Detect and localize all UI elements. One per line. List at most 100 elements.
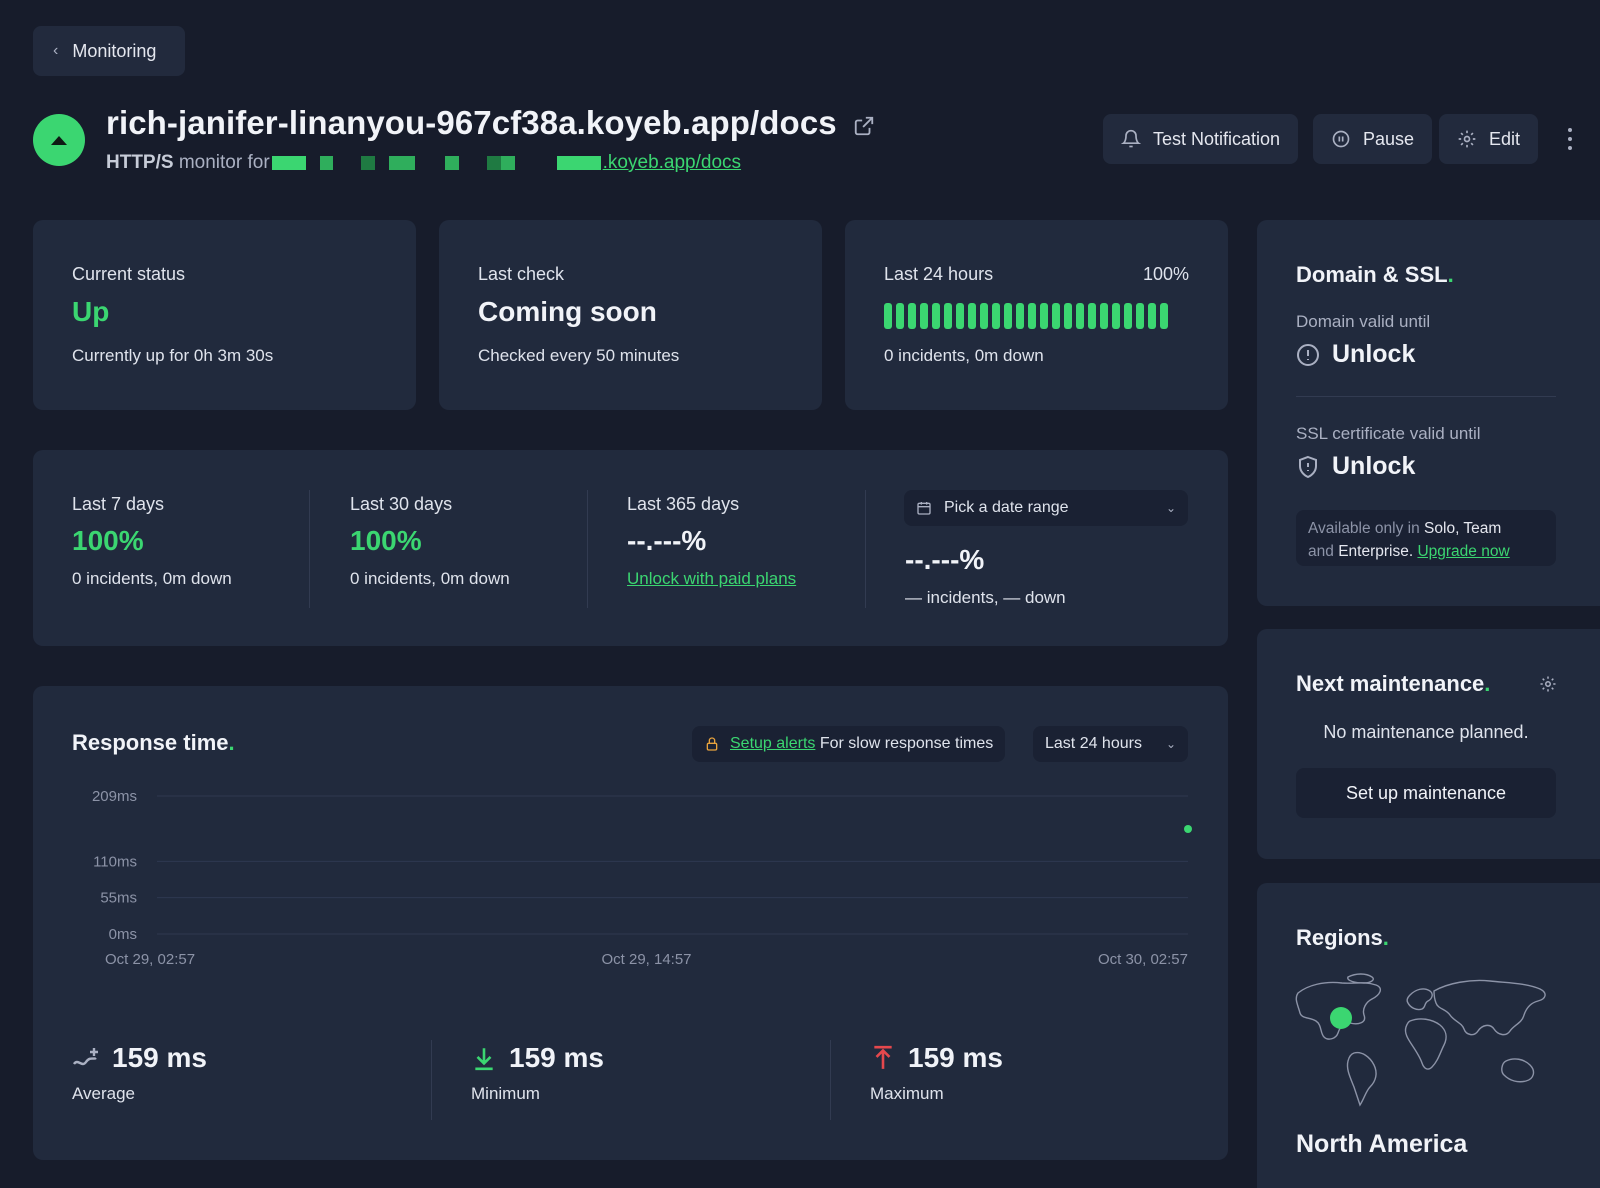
stat-maximum: 159 ms Maximum — [870, 1042, 1003, 1104]
upgrade-notice: Available only in Solo, Team and Enterpr… — [1296, 510, 1556, 566]
chevron-down-icon: ⌄ — [1165, 501, 1176, 515]
uptime-bar[interactable] — [944, 303, 952, 329]
response-time-chart: 209ms 110ms 55ms 0ms Oct 29, 02:57 Oct 29, 14… — [92, 788, 1192, 968]
external-link-icon[interactable] — [853, 115, 875, 137]
stat-minimum: 159 ms Minimum — [471, 1042, 604, 1104]
stat-label: Minimum — [471, 1084, 540, 1103]
test-notification-label: Test Notification — [1153, 128, 1281, 149]
uptime-bar[interactable] — [932, 303, 940, 329]
uptime-bar[interactable] — [908, 303, 916, 329]
edit-button[interactable]: Edit — [1439, 114, 1539, 164]
uptime-bar[interactable] — [896, 303, 904, 329]
y-tick-label: 0ms — [109, 926, 137, 943]
uptime-bar[interactable] — [1064, 303, 1072, 329]
region-name: North America — [1296, 1130, 1468, 1158]
setup-alerts-link[interactable]: Setup alerts — [730, 735, 815, 752]
last-check-label: Last check — [478, 264, 565, 284]
set-up-maintenance-button[interactable]: Set up maintenance — [1296, 768, 1556, 818]
period-detail: 0 incidents, 0m down — [350, 569, 510, 588]
uptime-bar[interactable] — [1088, 303, 1096, 329]
uptime-bar[interactable] — [980, 303, 988, 329]
last-check-card: Last check Coming soon Checked every 50 … — [439, 220, 822, 410]
period-365-days: Last 365 days --.---% Unlock with paid p… — [627, 494, 796, 589]
setup-alerts-text: For slow response times — [819, 735, 994, 752]
uptime-bar[interactable] — [1016, 303, 1024, 329]
uptime-bar[interactable] — [1100, 303, 1108, 329]
period-value: 100% — [72, 525, 144, 556]
last-24-hours-detail: 0 incidents, 0m down — [884, 346, 1044, 365]
lock-icon — [706, 737, 718, 751]
uptime-bar[interactable] — [1112, 303, 1120, 329]
data-point[interactable] — [1184, 825, 1192, 834]
uptime-bar[interactable] — [1148, 303, 1156, 329]
chevron-down-icon: ⌄ — [1165, 737, 1176, 751]
ssl-valid-label: SSL certificate valid until — [1296, 424, 1481, 443]
back-to-monitoring-button[interactable]: ‹ Monitoring — [33, 26, 185, 76]
period-value: --.---% — [627, 525, 707, 556]
back-button-label: Monitoring — [72, 40, 157, 61]
domain-ssl-title: Domain & SSL. — [1296, 262, 1454, 287]
uptime-bar[interactable] — [968, 303, 976, 329]
uptime-bar[interactable] — [1160, 303, 1168, 329]
uptime-bar[interactable] — [1004, 303, 1012, 329]
info-circle-icon — [1297, 343, 1319, 366]
maintenance-title: Next maintenance. — [1296, 671, 1491, 696]
stat-value: 159 ms — [509, 1042, 604, 1073]
calendar-icon — [917, 502, 931, 515]
test-notification-button[interactable]: Test Notification — [1103, 114, 1299, 164]
gear-icon[interactable] — [1539, 675, 1557, 693]
domain-valid-label: Domain valid until — [1296, 312, 1431, 331]
x-tick-label: Oct 30, 02:57 — [1098, 951, 1188, 968]
regions-title: Regions. — [1296, 925, 1389, 950]
current-status-value: Up — [72, 296, 110, 327]
time-range-label: Last 24 hours — [1045, 735, 1142, 752]
pause-button[interactable]: Pause — [1313, 114, 1433, 164]
period-label: Last 7 days — [72, 494, 165, 514]
region-marker — [1330, 1007, 1352, 1029]
y-tick-label: 110ms — [93, 853, 137, 870]
maintenance-card: Next maintenance. No maintenance planned… — [1257, 629, 1600, 859]
date-range-picker-label: Pick a date range — [944, 499, 1069, 516]
response-time-title: Response time. — [72, 730, 235, 755]
period-7-days: Last 7 days 100% 0 incidents, 0m down — [72, 494, 232, 589]
last-24-hours-card: Last 24 hours 100% 0 incidents, 0m down — [845, 220, 1228, 410]
monitor-type: HTTP/S — [106, 152, 174, 173]
custom-range-result: --.---% — incidents, — down — [905, 544, 1066, 608]
pause-icon — [1332, 130, 1350, 148]
uptime-bar[interactable] — [1076, 303, 1084, 329]
period-label: Last 30 days — [350, 494, 453, 514]
period-30-days: Last 30 days 100% 0 incidents, 0m down — [350, 494, 510, 589]
unlock-paid-plans-link[interactable]: Unlock with paid plans — [627, 569, 796, 588]
ssl-valid-value: Unlock — [1296, 452, 1415, 481]
bell-icon — [1121, 129, 1141, 148]
uptime-bar[interactable] — [1136, 303, 1144, 329]
upgrade-now-link[interactable]: Upgrade now — [1417, 543, 1509, 560]
uptime-bar[interactable] — [1124, 303, 1132, 329]
uptime-bar[interactable] — [1040, 303, 1048, 329]
monitor-url-link[interactable]: .koyeb.app/docs — [603, 152, 741, 174]
average-wave-icon — [73, 1048, 98, 1066]
date-range-picker[interactable]: Pick a date range ⌄ — [904, 490, 1188, 526]
time-range-select[interactable]: Last 24 hours ⌄ — [1033, 726, 1188, 762]
last-24-hours-percent: 100% — [1142, 264, 1189, 284]
period-value: 100% — [350, 525, 422, 556]
uptime-bar[interactable] — [1028, 303, 1036, 329]
arrow-up-icon — [874, 1045, 892, 1069]
uptime-bar[interactable] — [956, 303, 964, 329]
last-24-hours-label: Last 24 hours — [884, 264, 994, 284]
world-map-icon — [1295, 973, 1546, 1107]
y-tick-label: 209ms — [92, 788, 137, 805]
uptime-bar[interactable] — [920, 303, 928, 329]
uptime-bar[interactable] — [1052, 303, 1060, 329]
more-options-icon[interactable] — [1562, 126, 1578, 152]
x-tick-label: Oct 29, 14:57 — [601, 951, 691, 968]
uptime-bar[interactable] — [992, 303, 1000, 329]
stat-label: Maximum — [870, 1084, 944, 1103]
edit-label: Edit — [1489, 128, 1521, 149]
regions-card: Regions. North America — [1257, 883, 1600, 1188]
status-up-indicator — [33, 114, 85, 166]
current-status-card: Current status Up Currently up for 0h 3m… — [33, 220, 416, 410]
uptime-bar[interactable] — [884, 303, 892, 329]
chevron-left-icon: ‹ — [53, 42, 59, 59]
period-detail: 0 incidents, 0m down — [72, 569, 232, 588]
